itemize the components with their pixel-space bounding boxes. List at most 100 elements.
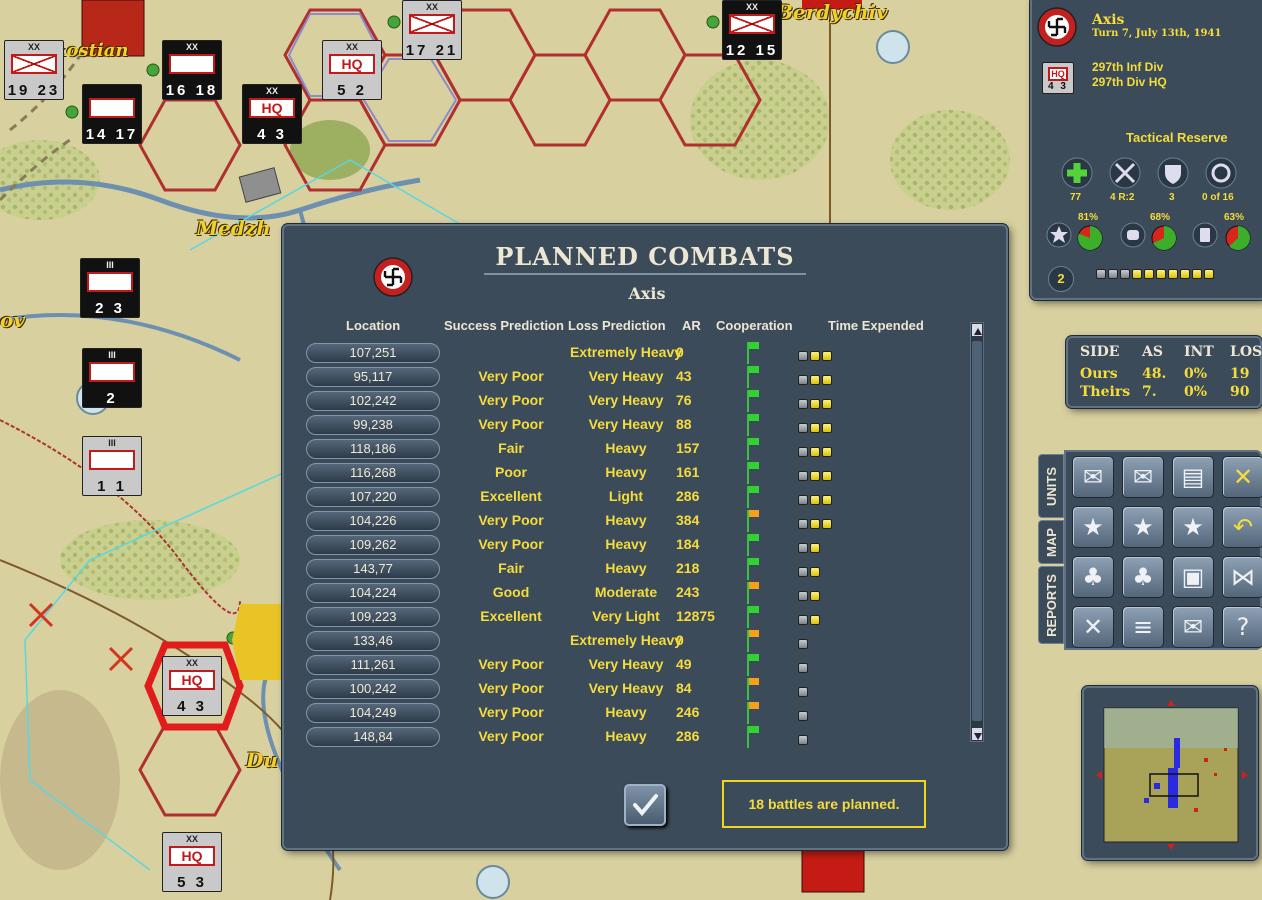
- tab-reports[interactable]: REPORTS: [1038, 566, 1064, 644]
- org-chart-alt-button[interactable]: ♣: [1122, 556, 1164, 598]
- combat-row[interactable]: 133,46 Extremely Heavy 0: [306, 630, 976, 652]
- unit-counter[interactable]: III 1 1: [82, 436, 142, 496]
- crossed-swords-icon[interactable]: [1108, 156, 1142, 190]
- unit-counter[interactable]: XX HQ 4 3: [242, 84, 302, 144]
- col-time-expended[interactable]: Time Expended: [828, 318, 924, 333]
- star-button[interactable]: ★: [1172, 506, 1214, 548]
- unit-counter[interactable]: XX 12 15: [722, 0, 782, 60]
- supply-button[interactable]: ▣: [1172, 556, 1214, 598]
- ar-value: 184: [676, 536, 700, 552]
- combat-row[interactable]: 116,268 Poor Heavy 161: [306, 462, 976, 484]
- tab-map[interactable]: MAP: [1038, 520, 1064, 564]
- unit-strength: 2: [106, 390, 118, 407]
- scroll-down-button[interactable]: [971, 727, 983, 741]
- time-expended: [798, 394, 834, 413]
- unit-counter[interactable]: XX HQ 5 3: [162, 832, 222, 892]
- location-button[interactable]: 118,186: [306, 439, 440, 459]
- combat-row[interactable]: 107,251 Extremely Heavy 0: [306, 342, 976, 364]
- location-button[interactable]: 116,268: [306, 463, 440, 483]
- combat-row[interactable]: 107,220 Excellent Light 286: [306, 486, 976, 508]
- time-expended: [798, 586, 822, 605]
- unit-counter[interactable]: III 2 3: [80, 258, 140, 318]
- envelope-icon: ✉: [1082, 463, 1104, 491]
- combat-row[interactable]: 104,224 Good Moderate 243: [306, 582, 976, 604]
- unit-counter[interactable]: XX 16 18: [162, 40, 222, 100]
- location-button[interactable]: 133,46: [306, 631, 440, 651]
- crossed-swords-button[interactable]: ✕: [1222, 456, 1262, 498]
- unit-strength: 5 2: [337, 82, 367, 99]
- fist-icon: [1120, 222, 1146, 248]
- combat-row[interactable]: 95,117 Very Poor Very Heavy 43: [306, 366, 976, 388]
- combat-row[interactable]: 100,242 Very Poor Very Heavy 84: [306, 678, 976, 700]
- unit-counter[interactable]: XX 19 23: [4, 40, 64, 100]
- col-cooperation[interactable]: Cooperation: [716, 318, 793, 333]
- list-button[interactable]: ≡: [1122, 606, 1164, 648]
- bowtie-button[interactable]: ⋈: [1222, 556, 1262, 598]
- unit-counter[interactable]: XX HQ 5 2: [322, 40, 382, 100]
- star-arrow-left-button[interactable]: ★: [1072, 506, 1114, 548]
- star-arrow-right-button[interactable]: ★: [1122, 506, 1164, 548]
- time-expended: [798, 682, 810, 701]
- combat-row[interactable]: 148,84 Very Poor Heavy 286: [306, 726, 976, 748]
- time-square: [822, 495, 832, 505]
- progress-square: [1144, 269, 1154, 279]
- org-chart-icon: ♣: [1082, 563, 1104, 591]
- envelope-button[interactable]: ✉: [1072, 456, 1114, 498]
- message-button[interactable]: ✉: [1172, 606, 1214, 648]
- unit-counter[interactable]: XX 17 21: [402, 0, 462, 60]
- combat-row[interactable]: 143,77 Fair Heavy 218: [306, 558, 976, 580]
- location-button[interactable]: 95,117: [306, 367, 440, 387]
- undo-button[interactable]: ↶: [1222, 506, 1262, 548]
- location-button[interactable]: 99,238: [306, 415, 440, 435]
- star-icon: ★: [1182, 513, 1204, 541]
- info-side: Axis: [1092, 12, 1125, 28]
- location-button[interactable]: 104,224: [306, 583, 440, 603]
- location-button[interactable]: 111,261: [306, 655, 440, 675]
- clipboard-button[interactable]: ▤: [1172, 456, 1214, 498]
- star-arrow-right-icon: ★: [1132, 513, 1154, 541]
- stats-cell: 0%: [1184, 384, 1208, 400]
- combat-row[interactable]: 104,249 Very Poor Heavy 246: [306, 702, 976, 724]
- combat-row[interactable]: 99,238 Very Poor Very Heavy 88: [306, 414, 976, 436]
- unit-counter[interactable]: III 2: [82, 348, 142, 408]
- combat-row[interactable]: 109,262 Very Poor Heavy 184: [306, 534, 976, 556]
- location-button[interactable]: 143,77: [306, 559, 440, 579]
- location-button[interactable]: 148,84: [306, 727, 440, 747]
- col-location[interactable]: Location: [346, 318, 400, 333]
- org-chart-button[interactable]: ♣: [1072, 556, 1114, 598]
- combat-row[interactable]: 118,186 Fair Heavy 157: [306, 438, 976, 460]
- location-button[interactable]: 104,249: [306, 703, 440, 723]
- unit-counter[interactable]: XX HQ 4 3: [162, 656, 222, 716]
- scroll-up-button[interactable]: [971, 323, 983, 337]
- combat-row[interactable]: 109,223 Excellent Very Light 12875: [306, 606, 976, 628]
- swords-delete-button[interactable]: ✕: [1072, 606, 1114, 648]
- location-button[interactable]: 107,220: [306, 487, 440, 507]
- combat-row[interactable]: 104,226 Very Poor Heavy 384: [306, 510, 976, 532]
- confirm-button[interactable]: [624, 784, 666, 826]
- help-button[interactable]: ?: [1222, 606, 1262, 648]
- location-button[interactable]: 104,226: [306, 511, 440, 531]
- selected-unit-counter[interactable]: HQ 4 3: [1042, 62, 1074, 94]
- minimap[interactable]: [1082, 686, 1258, 860]
- envelope-arrow-button[interactable]: ✉: [1122, 456, 1164, 498]
- combat-row[interactable]: 102,242 Very Poor Very Heavy 76: [306, 390, 976, 412]
- combat-row[interactable]: 111,261 Very Poor Very Heavy 49: [306, 654, 976, 676]
- ring-icon[interactable]: [1204, 156, 1238, 190]
- time-square: [798, 375, 808, 385]
- col-success-prediction[interactable]: Success Prediction: [444, 318, 564, 333]
- scroll-thumb[interactable]: [972, 341, 982, 721]
- plus-icon[interactable]: [1060, 156, 1094, 190]
- location-button[interactable]: 109,223: [306, 607, 440, 627]
- minimap-canvas[interactable]: [1084, 688, 1260, 862]
- location-button[interactable]: 100,242: [306, 679, 440, 699]
- scrollbar[interactable]: [970, 322, 984, 742]
- location-button[interactable]: 109,262: [306, 535, 440, 555]
- shield-icon[interactable]: [1156, 156, 1190, 190]
- col-loss-prediction[interactable]: Loss Prediction: [568, 318, 666, 333]
- col-ar[interactable]: AR: [682, 318, 701, 333]
- location-button[interactable]: 107,251: [306, 343, 440, 363]
- unit-counter[interactable]: 14 17: [82, 84, 142, 144]
- location-button[interactable]: 102,242: [306, 391, 440, 411]
- tab-units[interactable]: UNITS: [1038, 454, 1064, 518]
- map-label-berdychiv: Berdychiv: [776, 0, 888, 24]
